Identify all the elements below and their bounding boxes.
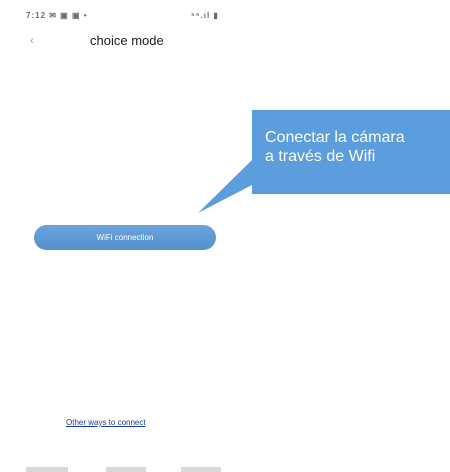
- chevron-left-icon[interactable]: ‹: [30, 34, 42, 48]
- page-title: choice mode: [90, 33, 164, 48]
- nav-home-button[interactable]: [106, 467, 146, 472]
- wifi-connection-button[interactable]: WiFi connection: [34, 225, 216, 250]
- nav-back-button[interactable]: [181, 467, 221, 472]
- status-bar-left: 7:12 ✉ ▣ ▣ •: [26, 11, 88, 20]
- system-navigation-bar: [26, 462, 236, 472]
- other-ways-to-connect-link[interactable]: Other ways to connect: [66, 418, 146, 427]
- callout-line-1: Conectar la cámara: [265, 129, 405, 146]
- annotation-callout: Conectar la cámara a través de Wifi: [252, 110, 450, 194]
- status-bar: 7:12 ✉ ▣ ▣ • ⁵⁵.ıl ▮: [26, 9, 234, 23]
- callout-line-2: a través de Wifi: [265, 148, 376, 165]
- nav-recent-apps-button[interactable]: [26, 467, 68, 472]
- status-bar-right: ⁵⁵.ıl ▮: [191, 11, 219, 20]
